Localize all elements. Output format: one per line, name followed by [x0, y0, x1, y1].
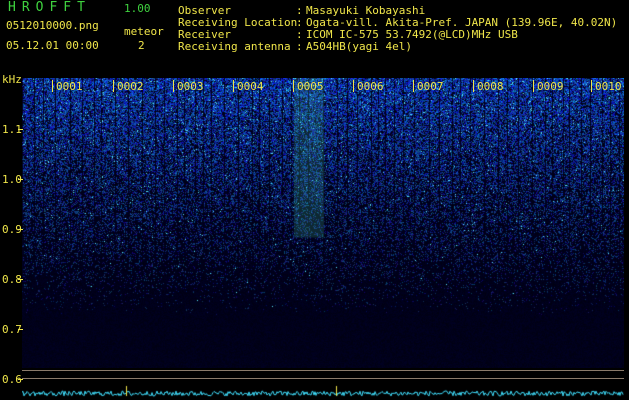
- y-tick-mark: [18, 279, 23, 280]
- frequency-unit-label: kHz: [2, 73, 22, 86]
- minute-tick: [591, 80, 592, 92]
- minute-tick: [353, 80, 354, 92]
- minute-tick: [173, 80, 174, 92]
- minute-tick: [52, 80, 53, 92]
- file-name: 0512010000.png: [6, 19, 99, 32]
- y-tick-mark: [18, 329, 23, 330]
- reference-line: [22, 378, 624, 379]
- y-tick-mark: [18, 229, 23, 230]
- minute-label: 0010: [595, 80, 622, 93]
- y-tick-mark: [18, 179, 23, 180]
- meteor-count: 2: [138, 39, 145, 52]
- minute-label: 0004: [237, 80, 264, 93]
- minute-label: 0006: [357, 80, 384, 93]
- minute-label: 0003: [177, 80, 204, 93]
- app-version: 1.00: [124, 2, 151, 15]
- minute-label: 0005: [297, 80, 324, 93]
- signal-level-strip: [22, 384, 624, 400]
- minute-tick: [113, 80, 114, 92]
- minute-label: 0009: [537, 80, 564, 93]
- info-label: Receiving antenna: [178, 40, 291, 53]
- spectrogram: [22, 78, 624, 368]
- minute-tick: [293, 80, 294, 92]
- y-tick-mark: [18, 129, 23, 130]
- minute-label: 0002: [117, 80, 144, 93]
- minute-tick: [533, 80, 534, 92]
- meteor-label: meteor: [124, 25, 164, 38]
- minute-tick: [473, 80, 474, 92]
- minute-tick: [413, 80, 414, 92]
- reference-line: [22, 370, 624, 371]
- minute-label: 0007: [417, 80, 444, 93]
- info-value: A504HB(yagi 4el): [306, 40, 412, 53]
- date-time: 05.12.01 00:00: [6, 39, 99, 52]
- minute-label: 0008: [477, 80, 504, 93]
- minute-label: 0001: [56, 80, 83, 93]
- info-row-antenna: Receiving antenna: A504HB(yagi 4el): [178, 41, 412, 53]
- minute-tick: [233, 80, 234, 92]
- y-tick-mark: [18, 379, 23, 380]
- info-separator: :: [296, 40, 303, 53]
- app-title: HROFFT: [8, 0, 91, 15]
